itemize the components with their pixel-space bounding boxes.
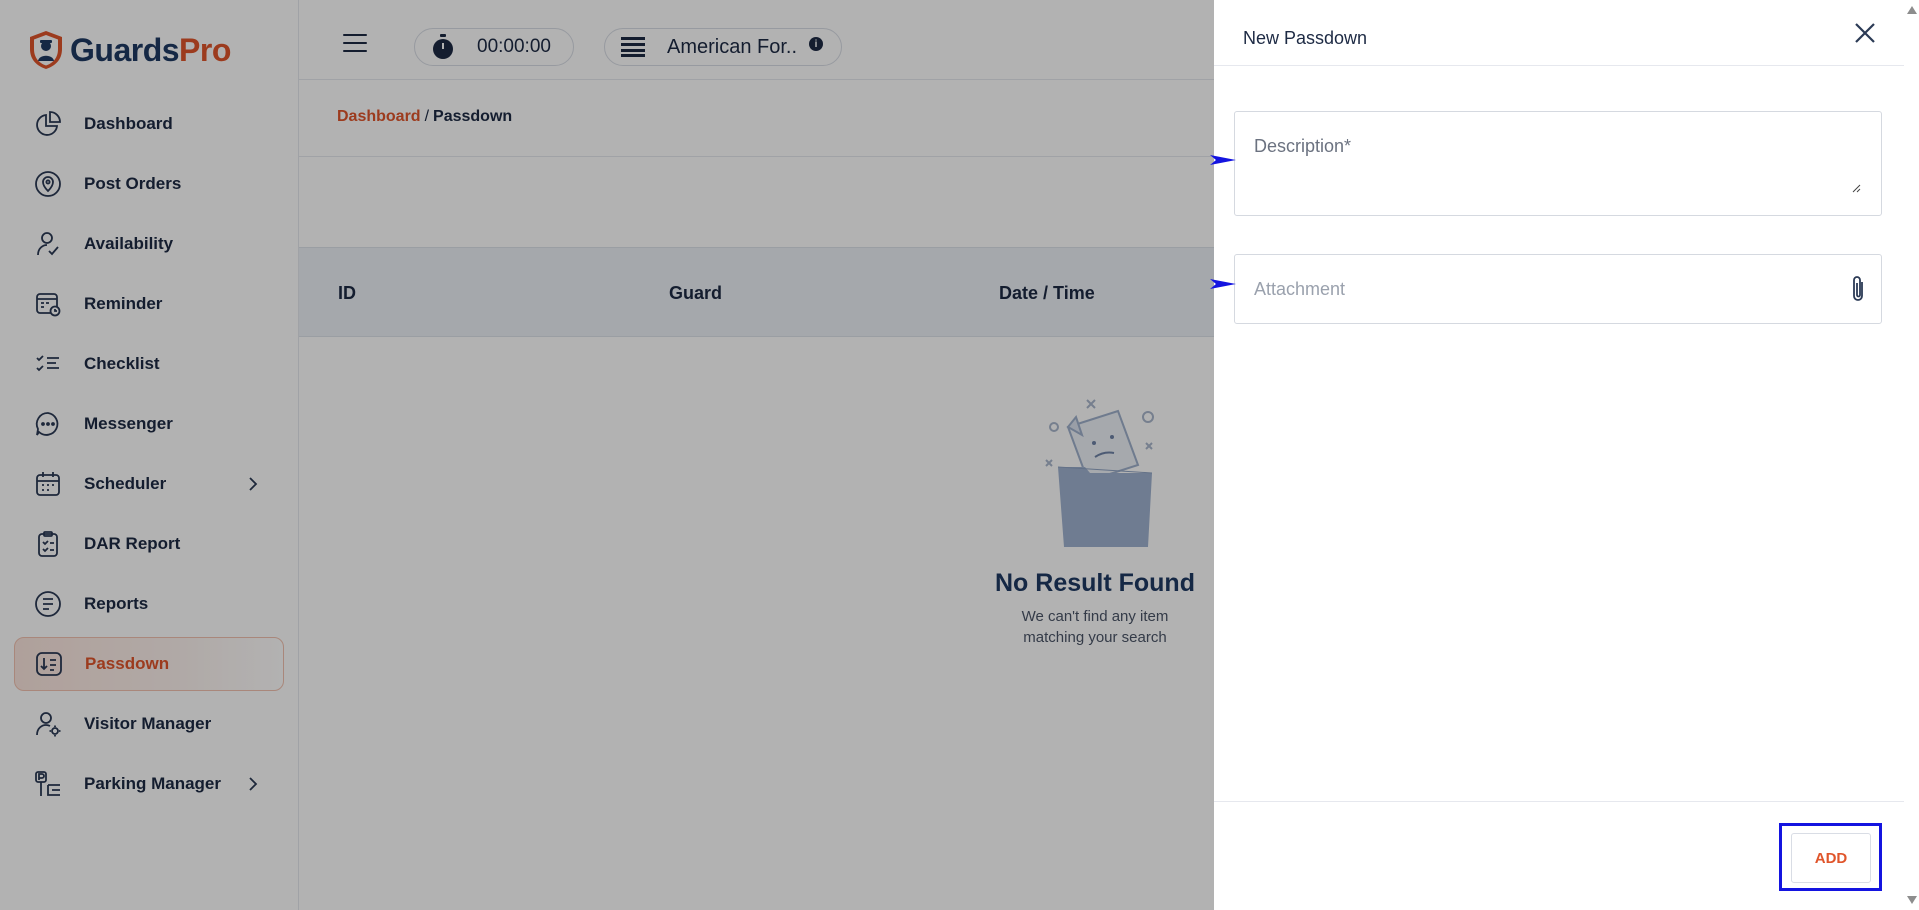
description-field [1234,111,1882,216]
new-passdown-drawer: New Passdown [1214,0,1904,910]
close-icon[interactable] [1854,22,1876,44]
attachment-input[interactable] [1235,255,1847,323]
pointer-arrow-icon [1210,155,1236,165]
scroll-down-icon[interactable] [1907,896,1917,904]
drawer-title: New Passdown [1243,28,1368,48]
paperclip-icon[interactable] [1847,274,1869,304]
add-button[interactable]: ADD [1791,833,1871,883]
scrollbar[interactable] [1904,0,1919,910]
modal-backdrop[interactable] [0,0,1214,910]
description-input[interactable] [1235,112,1881,215]
scroll-up-icon[interactable] [1907,6,1917,14]
drawer-footer-divider [1214,801,1904,802]
drawer-header: New Passdown [1214,0,1904,66]
pointer-arrow-icon [1210,279,1236,289]
attachment-field [1234,254,1882,324]
resize-handle-icon[interactable] [1852,184,1861,193]
